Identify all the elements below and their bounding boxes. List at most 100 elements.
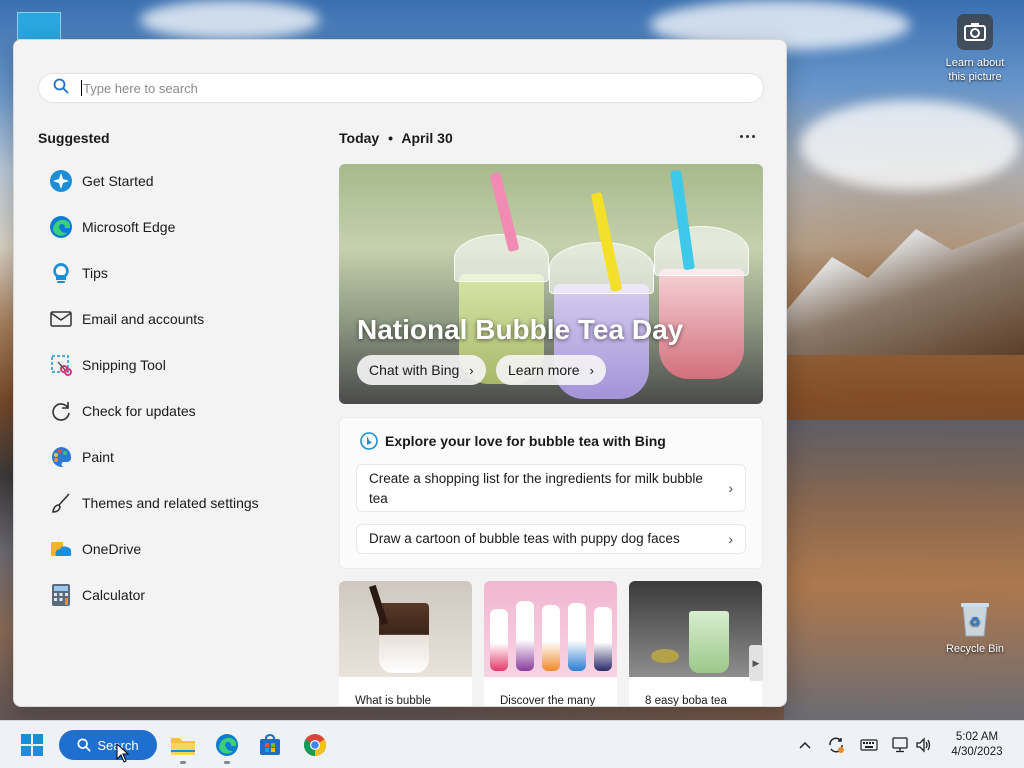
- search-icon: [53, 78, 69, 99]
- bing-card-heading: Explore your love for bubble tea with Bi…: [360, 432, 666, 450]
- chrome-icon: [304, 734, 326, 756]
- suggested-item-label: Calculator: [82, 587, 146, 603]
- suggested-item-label: Email and accounts: [82, 311, 205, 327]
- recycle-bin-shortcut[interactable]: ♻ Recycle Bin: [936, 598, 1014, 656]
- tray-update-icon-button[interactable]: [826, 735, 846, 755]
- sync-icon: [829, 737, 844, 753]
- news-card-discover[interactable]: Discover the many: [484, 581, 617, 707]
- store-icon: [260, 734, 280, 755]
- chat-with-bing-button[interactable]: Chat with Bing ›: [357, 355, 486, 385]
- news-card-what-is-bubble[interactable]: What is bubble: [339, 581, 472, 707]
- learn-about-picture-label: Learn about this picture: [945, 57, 1005, 83]
- snipping-tool-icon: [48, 352, 74, 378]
- chevron-up-icon: [799, 741, 811, 749]
- bing-prompt-text: Draw a cartoon of bubble teas with puppy…: [369, 531, 680, 546]
- windows-icon: [21, 734, 43, 756]
- suggested-item-email-accounts[interactable]: Email and accounts: [38, 296, 318, 342]
- bing-icon: [360, 432, 378, 450]
- search-input[interactable]: [83, 80, 723, 96]
- get-started-icon: [48, 168, 74, 194]
- bing-explore-card: Explore your love for bubble tea with Bi…: [339, 417, 763, 569]
- bing-prompt-shopping-list[interactable]: Create a shopping list for the ingredien…: [356, 464, 746, 512]
- learn-more-button[interactable]: Learn more ›: [496, 355, 606, 385]
- taskbar-edge[interactable]: [211, 729, 243, 764]
- lake: [784, 420, 1024, 720]
- card-image: [339, 581, 472, 677]
- calculator-icon: [48, 582, 74, 608]
- keyboard-icon: [860, 739, 878, 751]
- running-indicator: [224, 761, 230, 764]
- suggested-item-tips[interactable]: Tips: [38, 250, 318, 296]
- file-explorer-icon: [171, 738, 195, 755]
- suggested-item-label: Microsoft Edge: [82, 219, 176, 235]
- search-box[interactable]: [38, 73, 764, 103]
- onedrive-icon: [48, 536, 74, 562]
- tray-keyboard-button[interactable]: [859, 735, 879, 755]
- mouse-cursor-icon: [116, 743, 130, 763]
- taskbar-store[interactable]: [254, 729, 286, 761]
- chevron-right-icon: ›: [728, 480, 733, 496]
- edge-icon: [216, 734, 238, 756]
- tips-icon: [48, 260, 74, 286]
- today-separator: •: [388, 130, 393, 146]
- more-options-button[interactable]: [736, 128, 758, 144]
- card-caption: Discover the many: [500, 695, 596, 707]
- card-image: [629, 581, 762, 677]
- taskbar-chrome[interactable]: [299, 729, 331, 761]
- news-card-boba[interactable]: 8 easy boba tea: [629, 581, 762, 707]
- suggested-item-paint[interactable]: Paint: [38, 434, 318, 480]
- scroll-right-button[interactable]: ▶: [749, 645, 763, 681]
- today-date: April 30: [401, 130, 453, 146]
- paint-icon: [48, 444, 74, 470]
- taskbar-file-explorer[interactable]: [167, 729, 199, 764]
- suggested-item-calculator[interactable]: Calculator: [38, 572, 318, 618]
- today-header: Today • April 30: [339, 130, 453, 146]
- desktop-icon-partial[interactable]: [17, 12, 61, 40]
- suggested-item-label: OneDrive: [82, 541, 142, 557]
- bing-prompt-text: Create a shopping list for the ingredien…: [369, 471, 703, 506]
- running-indicator: [180, 761, 186, 764]
- chevron-right-icon: ›: [728, 531, 733, 547]
- learn-about-picture-icon[interactable]: Learn about this picture: [936, 12, 1014, 84]
- chat-with-bing-label: Chat with Bing: [369, 362, 460, 378]
- card-caption: 8 easy boba tea: [645, 695, 727, 707]
- today-label: Today: [339, 130, 380, 146]
- mail-icon: [48, 306, 74, 332]
- tray-network-button[interactable]: [890, 735, 910, 755]
- speaker-icon: [916, 737, 931, 753]
- taskbar-clock[interactable]: 5:02 AM 4/30/2023: [944, 730, 1010, 760]
- clock-time: 5:02 AM: [955, 731, 999, 743]
- chevron-right-icon: ›: [589, 362, 594, 378]
- suggested-item-label: Themes and related settings: [82, 495, 259, 511]
- network-icon: [892, 737, 908, 753]
- suggested-item-label: Check for updates: [82, 403, 196, 419]
- show-hidden-icons-button[interactable]: [795, 735, 815, 755]
- suggested-item-microsoft-edge[interactable]: Microsoft Edge: [38, 204, 318, 250]
- suggested-item-label: Paint: [82, 449, 114, 465]
- mountain: [784, 222, 1024, 355]
- search-icon: [77, 738, 91, 752]
- text-caret: [81, 80, 82, 96]
- card-caption: What is bubble: [355, 695, 432, 707]
- start-button[interactable]: [16, 729, 48, 761]
- suggested-item-snipping-tool[interactable]: Snipping Tool: [38, 342, 318, 388]
- suggested-item-check-updates[interactable]: Check for updates: [38, 388, 318, 434]
- search-panel: Suggested Get Started Microsoft Edge Tip…: [13, 39, 787, 707]
- taskbar-search-button[interactable]: Search: [59, 730, 157, 760]
- refresh-icon: [48, 398, 74, 424]
- suggested-item-onedrive[interactable]: OneDrive: [38, 526, 318, 572]
- taskbar: Search 5:02 AM 4/30/2023: [0, 720, 1024, 768]
- bing-prompt-cartoon[interactable]: Draw a cartoon of bubble teas with puppy…: [356, 524, 746, 554]
- edge-icon: [48, 214, 74, 240]
- clock-date: 4/30/2023: [951, 746, 1003, 758]
- suggested-item-get-started[interactable]: Get Started: [38, 158, 318, 204]
- hero-bubble-tea[interactable]: National Bubble Tea Day Chat with Bing ›…: [339, 164, 763, 404]
- brush-icon: [48, 490, 74, 516]
- chevron-right-icon: ›: [469, 362, 474, 378]
- card-image: [484, 581, 617, 677]
- suggested-item-label: Snipping Tool: [82, 357, 166, 373]
- tray-volume-button[interactable]: [914, 735, 934, 755]
- suggested-heading: Suggested: [38, 130, 110, 146]
- bing-card-heading-text: Explore your love for bubble tea with Bi…: [385, 433, 666, 449]
- suggested-item-themes[interactable]: Themes and related settings: [38, 480, 318, 526]
